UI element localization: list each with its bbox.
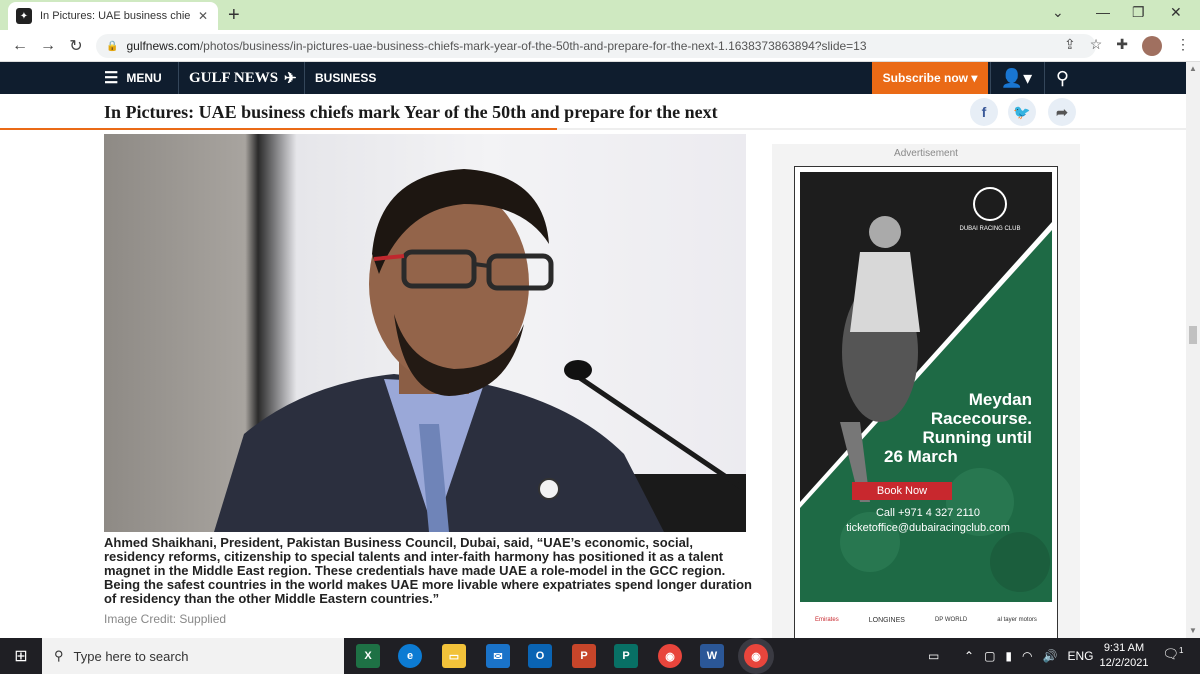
browser-toolbar-icons: ⇪ ☆ ✚ ⋮	[1064, 36, 1190, 56]
powerpoint-icon[interactable]: P	[572, 644, 596, 668]
minimize-button[interactable]: —	[1096, 4, 1110, 20]
new-tab-button[interactable]: +	[228, 4, 240, 27]
edge-icon[interactable]: e	[398, 644, 422, 668]
clock-time: 9:31 AM	[1103, 642, 1145, 654]
menu-label: MENU	[126, 71, 162, 85]
notification-center-icon[interactable]: 🗨1	[1162, 646, 1184, 666]
gulf-news-logo[interactable]: GULF NEWS ✈	[178, 62, 297, 94]
tab-search-icon[interactable]: ⌄	[1052, 4, 1064, 21]
battery-icon[interactable]: ▮	[1005, 649, 1012, 663]
restore-button[interactable]: ❐	[1132, 4, 1145, 21]
chrome-icon[interactable]: ◉	[658, 644, 682, 668]
close-tab-icon[interactable]: ✕	[198, 9, 208, 23]
article-title-bar: In Pictures: UAE business chiefs mark Ye…	[0, 94, 1186, 132]
system-tray: ⌃ ▢ ▮ ◠ 🔊 ENG	[964, 638, 1093, 674]
article-photo	[104, 134, 746, 532]
windows-taskbar: ⊞ ⚲ Type here to search X e ▭ ✉ O P P ◉ …	[0, 638, 1200, 674]
reading-progress-bar	[0, 128, 1186, 130]
share-page-icon[interactable]: ⇪	[1064, 36, 1076, 56]
tray-chevron-icon[interactable]: ⌃	[964, 649, 974, 663]
book-now-button[interactable]: Book Now	[852, 482, 952, 500]
twitter-share-icon[interactable]: 🐦	[1008, 98, 1036, 126]
photo-caption: Ahmed Shaikhani, President, Pakistan Bus…	[104, 535, 753, 606]
forward-arrow-icon[interactable]: →	[34, 37, 62, 55]
search-icon[interactable]: ⚲	[1044, 62, 1080, 94]
racing-ad-illustration	[800, 187, 1052, 602]
menu-button[interactable]: ☰ MENU	[104, 62, 162, 94]
file-explorer-icon[interactable]: ▭	[442, 644, 466, 668]
reading-progress-fill	[0, 128, 558, 130]
page-scrollbar[interactable]: ▲ ▼	[1186, 62, 1200, 638]
site-header: ☰ MENU GULF NEWS ✈ BUSINESS Subscribe no…	[0, 62, 1186, 94]
image-credit: Image Credit: Supplied	[104, 612, 227, 626]
gulfnews-favicon-icon: ✦	[16, 8, 32, 24]
volume-icon[interactable]: 🔊	[1043, 649, 1058, 663]
more-menu-icon[interactable]: ⋮	[1176, 36, 1190, 56]
bookmark-star-icon[interactable]: ☆	[1090, 36, 1103, 56]
ad-banner[interactable]: DUBAI RACING CLUB Meydan Racecourse. Run…	[794, 166, 1058, 640]
taskbar-search-placeholder: Type here to search	[73, 648, 189, 664]
wifi-icon[interactable]: ◠	[1022, 649, 1032, 663]
ad-line-1: Meydan	[968, 390, 1032, 409]
section-link-business[interactable]: BUSINESS	[304, 62, 376, 94]
scroll-down-icon[interactable]: ▼	[1186, 624, 1200, 638]
address-bar: ← → ↻ 🔒 gulfnews.com/photos/business/in-…	[0, 30, 1200, 62]
share-arrow-icon[interactable]: ➦	[1048, 98, 1076, 126]
falcon-logo-icon: ✈	[284, 70, 297, 87]
task-view-icon[interactable]: ▭	[928, 638, 939, 674]
excel-icon[interactable]: X	[356, 644, 380, 668]
ad-line-2: Racecourse.	[930, 409, 1032, 428]
outlook-icon[interactable]: O	[528, 644, 552, 668]
sponsor-longines: LONGINES	[868, 616, 905, 624]
brand-text: GULF NEWS	[189, 69, 279, 86]
ad-headline: Meydan Racecourse. Running until 26 Marc…	[800, 390, 1052, 466]
advertisement-container: Advertisement DUBAI RACING CLUB Meydan R…	[772, 144, 1080, 640]
windows-start-icon[interactable]: ⊞	[0, 638, 42, 674]
lock-icon: 🔒	[106, 40, 119, 52]
close-window-button[interactable]: ✕	[1170, 4, 1182, 21]
publisher-icon[interactable]: P	[614, 644, 638, 668]
system-clock[interactable]: 9:31 AM 12/2/2021	[1096, 641, 1152, 671]
hamburger-icon: ☰	[104, 70, 119, 87]
meet-icon[interactable]: ▢	[984, 649, 995, 663]
back-arrow-icon[interactable]: ←	[6, 37, 34, 55]
word-icon[interactable]: W	[700, 644, 724, 668]
user-account-icon[interactable]: 👤▾	[990, 62, 1042, 94]
dubai-racing-club-logo: DUBAI RACING CLUB	[959, 226, 1021, 232]
subscribe-button[interactable]: Subscribe now ▾	[872, 62, 988, 94]
sponsor-logos: Emirates LONGINES DP WORLD al tayer moto…	[800, 605, 1052, 635]
taskbar-search-input[interactable]: ⚲ Type here to search	[42, 638, 344, 674]
extensions-puzzle-icon[interactable]: ✚	[1116, 36, 1128, 56]
language-indicator[interactable]: ENG	[1067, 649, 1093, 663]
profile-avatar[interactable]	[1142, 36, 1162, 56]
ad-image: DUBAI RACING CLUB Meydan Racecourse. Run…	[800, 172, 1052, 602]
ad-email: ticketoffice@dubairacingclub.com	[846, 522, 1010, 534]
ad-phone: Call +971 4 327 2110	[875, 507, 981, 519]
ad-contact: Call +971 4 327 2110 ticketoffice@dubair…	[804, 506, 1052, 536]
ad-line-4: 26 March	[884, 447, 958, 466]
sponsor-emirates: Emirates	[815, 617, 839, 623]
browser-tab-bar: ✦ In Pictures: UAE business chiefs m ✕ +…	[0, 0, 1200, 30]
page-title: In Pictures: UAE business chiefs mark Ye…	[104, 102, 718, 122]
scroll-up-icon[interactable]: ▲	[1186, 62, 1200, 76]
browser-tab[interactable]: ✦ In Pictures: UAE business chiefs m ✕	[8, 2, 218, 30]
url-input[interactable]: 🔒 gulfnews.com/photos/business/in-pictur…	[96, 34, 1096, 58]
speaker-photo-illustration	[214, 169, 746, 532]
scroll-thumb[interactable]	[1189, 326, 1197, 344]
advertisement-label: Advertisement	[894, 148, 958, 159]
tab-title: In Pictures: UAE business chiefs m	[40, 10, 190, 22]
sponsor-dp-world: DP WORLD	[934, 617, 968, 623]
notification-count: 1	[1179, 646, 1184, 655]
ad-line-3: Running until	[922, 428, 1032, 447]
mail-icon[interactable]: ✉	[486, 644, 510, 668]
sponsor-al-tayer: al tayer motors	[997, 617, 1037, 623]
url-text: gulfnews.com/photos/business/in-pictures…	[126, 39, 867, 53]
facebook-share-icon[interactable]: f	[970, 98, 998, 126]
clock-date: 12/2/2021	[1099, 657, 1149, 669]
search-icon: ⚲	[54, 648, 64, 663]
reload-icon[interactable]: ↻	[62, 36, 90, 56]
chrome-active-icon[interactable]: ◉	[744, 644, 768, 668]
